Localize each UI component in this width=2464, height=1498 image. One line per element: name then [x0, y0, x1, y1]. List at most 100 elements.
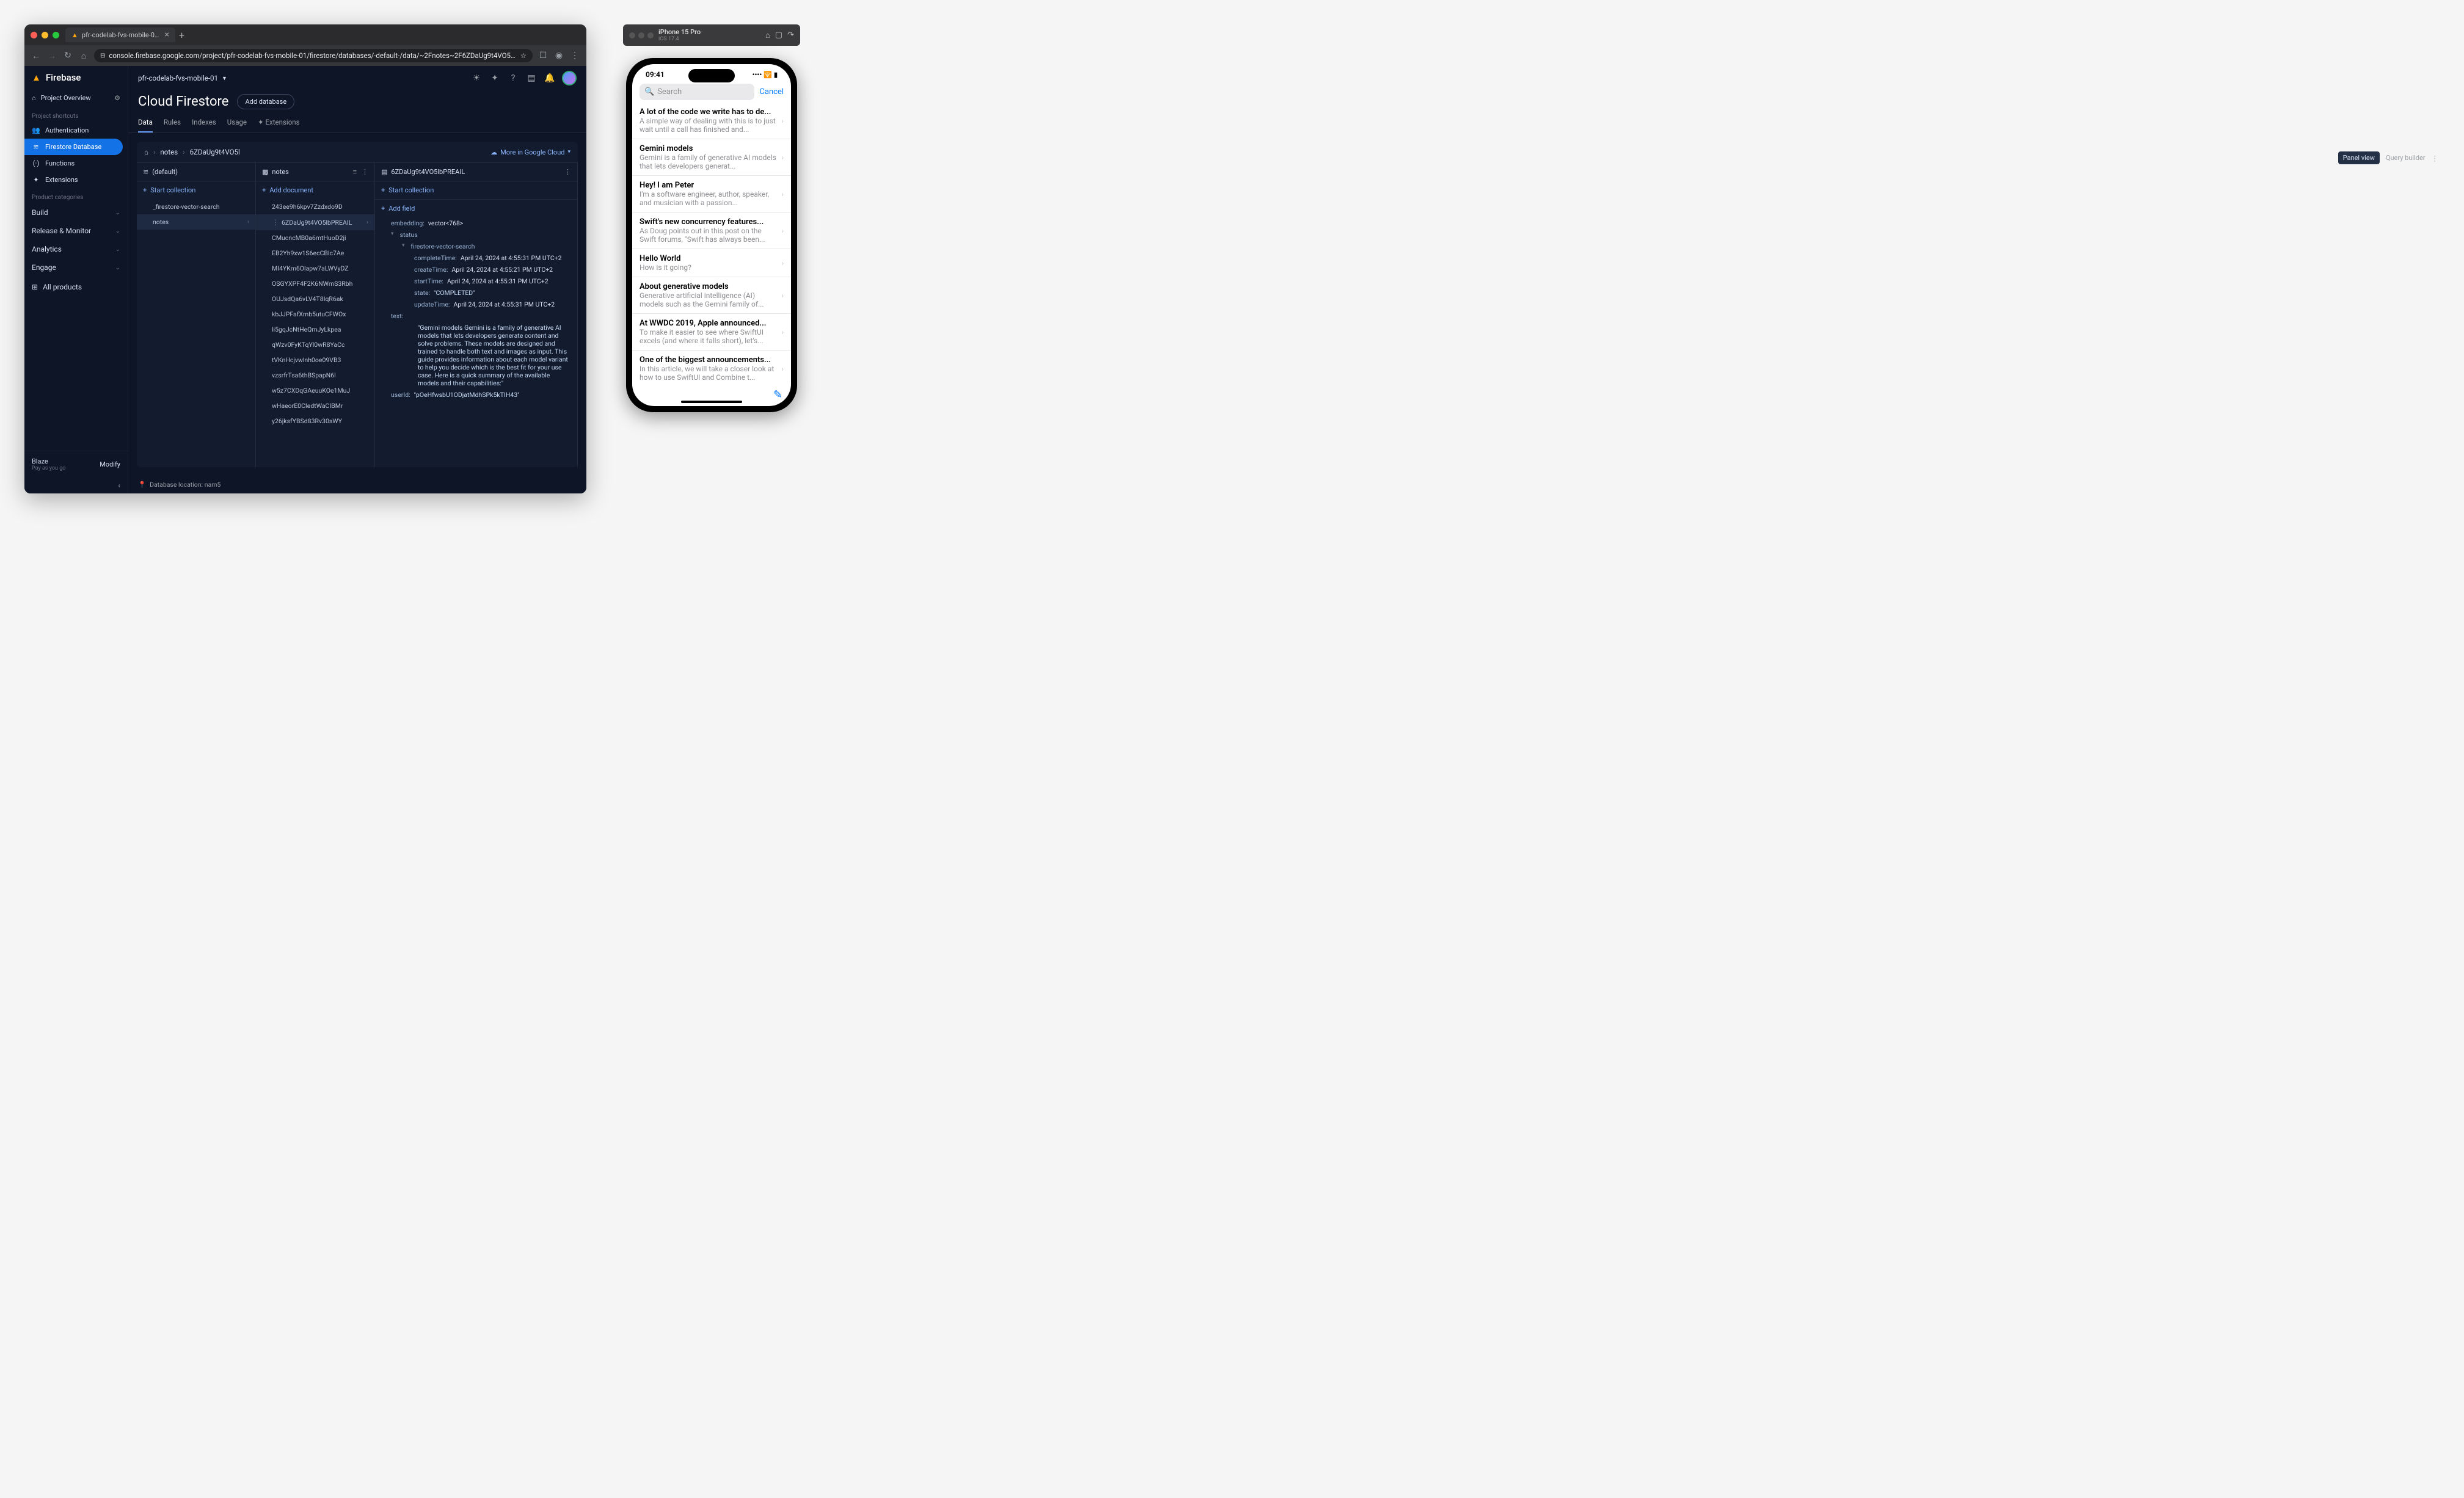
field-row[interactable]: ▾status — [375, 229, 577, 241]
collection-item[interactable]: _firestore-vector-search — [137, 199, 255, 214]
all-products[interactable]: ⊞ All products — [24, 277, 128, 297]
reload-icon[interactable]: ↻ — [62, 51, 73, 60]
kebab-icon[interactable]: ⋮ — [362, 168, 368, 176]
category-engage[interactable]: Engage⌄ — [24, 258, 128, 277]
home-indicator[interactable] — [681, 401, 742, 403]
document-item[interactable]: qWzv0FyKTqYl0wR8YaCc — [256, 337, 374, 352]
maximize-icon[interactable] — [53, 32, 59, 38]
note-item[interactable]: A lot of the code we write has to de...A… — [632, 103, 791, 139]
note-item[interactable]: At WWDC 2019, Apple announced...To make … — [632, 314, 791, 351]
field-row[interactable]: text: — [375, 310, 577, 322]
extensions-icon[interactable]: ☐ — [538, 51, 549, 60]
menu-icon[interactable]: ⋮ — [569, 51, 580, 60]
cancel-button[interactable]: Cancel — [759, 87, 784, 96]
forward-icon[interactable]: → — [46, 51, 57, 61]
url-field[interactable]: ⊟ console.firebase.google.com/project/pf… — [94, 49, 533, 62]
document-item[interactable]: kbJJPFafXmb5utuCFWOx — [256, 307, 374, 322]
minimize-icon[interactable] — [42, 32, 48, 38]
back-icon[interactable]: ← — [31, 51, 42, 61]
more-in-google-cloud-link[interactable]: ☁ More in Google Cloud ▾ — [490, 148, 570, 156]
note-item[interactable]: Swift's new concurrency features...As Do… — [632, 213, 791, 249]
tab-usage[interactable]: Usage — [227, 113, 247, 133]
avatar[interactable] — [562, 71, 577, 85]
help-icon[interactable]: ? — [507, 73, 519, 83]
field-row[interactable]: userId:"pOeHfwsbU1ODjatMdhSPk5kTIH43" — [375, 389, 577, 401]
note-item[interactable]: One of the biggest announcements...In th… — [632, 351, 791, 384]
category-build[interactable]: Build⌄ — [24, 203, 128, 222]
document-item[interactable]: OUJsdQa6vLV4T8IqR6ak — [256, 291, 374, 307]
document-item[interactable]: w5z7CXDqGAeuuKOe1MuJ — [256, 383, 374, 398]
document-item[interactable]: ⋮6ZDaUg9t4VO5lbPREAIL› — [256, 214, 374, 230]
close-icon[interactable] — [31, 32, 37, 38]
project-selector[interactable]: pfr-codelab-fvs-mobile-01 ▼ — [138, 74, 227, 82]
bookmark-star-icon[interactable]: ☆ — [520, 51, 527, 60]
add-database-button[interactable]: Add database — [237, 94, 294, 109]
field-row[interactable]: startTime:April 24, 2024 at 4:55:31 PM U… — [375, 275, 577, 287]
sidebar-item-authentication[interactable]: 👥 Authentication — [24, 122, 128, 139]
modify-plan-link[interactable]: Modify — [100, 460, 120, 468]
field-row[interactable]: updateTime:April 24, 2024 at 4:55:31 PM … — [375, 299, 577, 310]
search-input[interactable]: 🔍 Search — [640, 84, 754, 100]
spark-icon[interactable]: ✦ — [489, 73, 501, 83]
notes-list[interactable]: A lot of the code we write has to de...A… — [632, 103, 791, 384]
breadcrumb-document[interactable]: 6ZDaUg9t4VO5l — [190, 148, 240, 156]
site-settings-icon[interactable]: ⊟ — [100, 53, 105, 59]
notifications-icon[interactable]: 🔔 — [544, 73, 556, 83]
tab-close-icon[interactable]: × — [165, 30, 169, 40]
add-field-button[interactable]: + Add field — [375, 200, 577, 217]
document-item[interactable]: tVKnHcjvwlnh0oe09VB3 — [256, 352, 374, 368]
screenshot-icon[interactable]: ▢ — [775, 31, 782, 40]
browser-tab[interactable]: ▲ pfr-codelab-fvs-mobile-01 - × — [65, 27, 175, 42]
rotate-icon[interactable]: ↷ — [787, 31, 794, 40]
tab-rules[interactable]: Rules — [164, 113, 181, 133]
document-item[interactable]: EB2Yh9xw1S6ecCBlc7Ae — [256, 245, 374, 261]
sidebar-item-functions[interactable]: (·) Functions — [24, 155, 128, 172]
document-item[interactable]: y26jksfYBSd83Rv30sWY — [256, 413, 374, 429]
tab-data[interactable]: Data — [138, 113, 153, 133]
note-item[interactable]: Hey! I am PeterI'm a software engineer, … — [632, 176, 791, 213]
breadcrumb-home-icon[interactable]: ⌂ — [144, 148, 148, 156]
document-item[interactable]: wHaeorE0CIedtWaCIBMr — [256, 398, 374, 413]
field-row[interactable]: createTime:April 24, 2024 at 4:55:21 PM … — [375, 264, 577, 275]
breadcrumb-collection[interactable]: notes — [160, 148, 178, 156]
document-item[interactable]: vzsrfrTsa6thBSpapN6l — [256, 368, 374, 383]
collapse-icon[interactable]: ▾ — [391, 231, 394, 239]
new-tab-icon[interactable]: + — [179, 29, 184, 41]
gear-icon[interactable]: ⚙ — [114, 94, 120, 102]
compose-icon[interactable]: ✎ — [773, 388, 782, 401]
document-item[interactable]: OSGYXPF4F2K6NWmS3Rbh — [256, 276, 374, 291]
note-item[interactable]: Hello WorldHow is it going?› — [632, 249, 791, 277]
document-item[interactable]: 243ee9h6kpv7Zzdxdo9D — [256, 199, 374, 214]
field-row[interactable]: ▾firestore-vector-search — [375, 241, 577, 252]
collection-item[interactable]: notes› — [137, 214, 255, 230]
document-item[interactable]: li5gqJcNtHeQmJyLkpea — [256, 322, 374, 337]
home-icon[interactable]: ⌂ — [765, 31, 770, 40]
kebab-icon[interactable]: ⋮ — [272, 218, 279, 227]
note-item[interactable]: Gemini modelsGemini is a family of gener… — [632, 139, 791, 176]
field-row[interactable]: embedding:vector<768> — [375, 217, 577, 229]
tab-extensions[interactable]: ✦ Extensions — [258, 113, 300, 133]
filter-icon[interactable]: ≡ — [353, 168, 357, 176]
field-row[interactable]: state:"COMPLETED" — [375, 287, 577, 299]
theme-icon[interactable]: ☀ — [470, 73, 483, 83]
collapse-sidebar-icon[interactable]: ‹ — [24, 478, 128, 493]
profile-icon[interactable]: ◉ — [553, 51, 564, 60]
add-document-button[interactable]: + Add document — [256, 181, 374, 199]
category-release[interactable]: Release & Monitor⌄ — [24, 222, 128, 240]
sidebar-item-extensions[interactable]: ✦ Extensions — [24, 172, 128, 188]
document-item[interactable]: CMucncMB0a6mtHuoD2ji — [256, 230, 374, 245]
collapse-icon[interactable]: ▾ — [402, 242, 405, 250]
project-overview[interactable]: ⌂ Project Overview ⚙ — [24, 89, 128, 107]
docs-icon[interactable]: ▤ — [525, 73, 538, 83]
home-icon[interactable]: ⌂ — [78, 51, 89, 61]
kebab-icon[interactable]: ⋮ — [564, 168, 571, 176]
brand[interactable]: ▲ Firebase — [24, 66, 128, 89]
tab-indexes[interactable]: Indexes — [192, 113, 216, 133]
category-analytics[interactable]: Analytics⌄ — [24, 240, 128, 258]
document-item[interactable]: MI4YKm6Olapw7aLWVyDZ — [256, 261, 374, 276]
field-row[interactable]: completeTime:April 24, 2024 at 4:55:31 P… — [375, 252, 577, 264]
sidebar-item-firestore[interactable]: ≋ Firestore Database — [24, 139, 123, 155]
start-collection-button[interactable]: + Start collection — [375, 181, 577, 199]
note-item[interactable]: About generative modelsGenerative artifi… — [632, 277, 791, 314]
start-collection-button[interactable]: + Start collection — [137, 181, 255, 199]
